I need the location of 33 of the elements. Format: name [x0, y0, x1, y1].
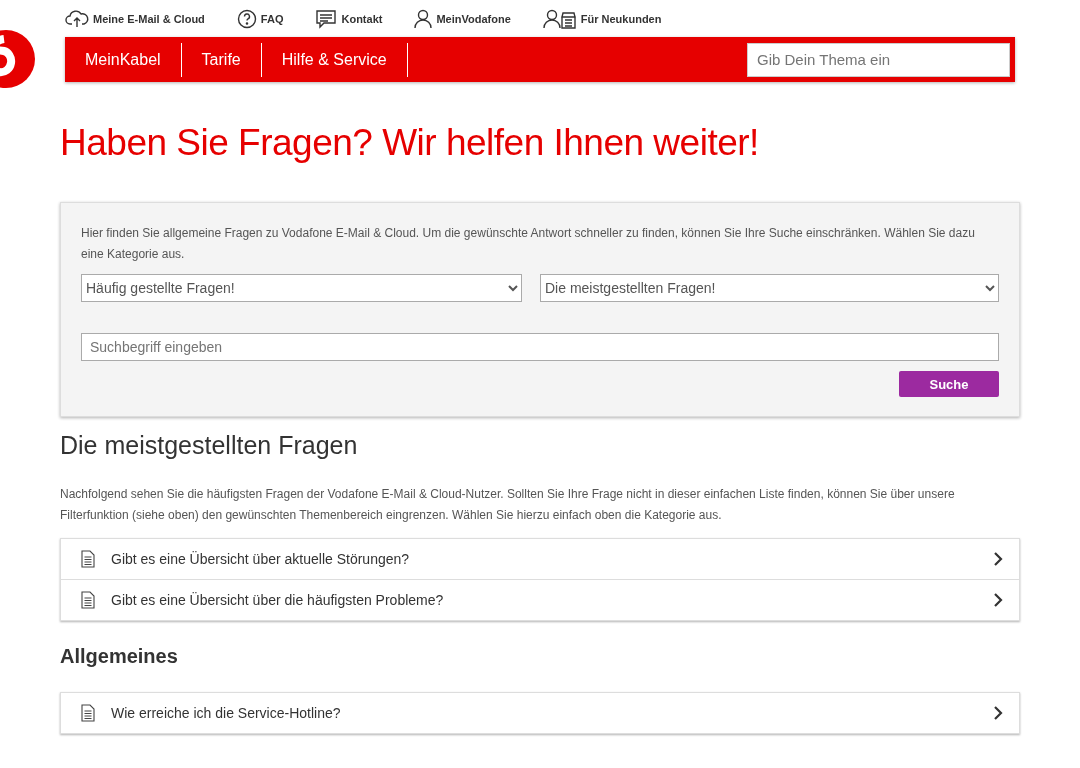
chevron-right-icon [993, 592, 1003, 608]
nav-link[interactable]: Tarife [181, 42, 262, 77]
search-field[interactable]: Suchbegriff eingeben [81, 333, 999, 361]
section-heading: Die meistgestellten Fragen [60, 431, 359, 460]
person-icon [414, 8, 433, 29]
person-shop-icon [542, 8, 577, 29]
question-link[interactable]: Wie erreiche ich die Service-Hotline? [61, 693, 1019, 733]
top-link[interactable]: Kontakt [315, 8, 383, 29]
top-link[interactable]: Für Neukunden [542, 8, 662, 29]
description-text: Nachfolgend sehen Sie die häufigsten Fragen der Vodafone E-Mail & Cloud-Nutzer. Sollten Sie Ihre Frage nicht in dieser einfachen Liste finden, können Sie über unsere Filterfunktion (siehe oben) den gewünschten Themenbereich eingrenzen. Wählen Sie hierzu einfach oben die Kategorie aus. [60, 486, 956, 524]
search-field[interactable]: Gib Dein Thema ein [747, 42, 1010, 77]
chevron-right-icon [993, 705, 1003, 721]
category-dropdown[interactable]: Häufig gestellte Fragen! [81, 274, 522, 302]
cloud-upload-icon [65, 8, 89, 29]
document-icon [81, 591, 95, 609]
document-icon [81, 550, 95, 568]
page-title: Haben Sie Fragen? Wir helfen Ihnen weiter! [60, 122, 760, 164]
document-icon [81, 704, 95, 722]
top-link[interactable]: FAQ [236, 8, 284, 29]
help-icon [236, 8, 257, 29]
question-link[interactable]: Gibt es eine Übersicht über aktuelle Störungen? [61, 539, 1019, 579]
question-link[interactable]: Gibt es eine Übersicht über die häufigsten Probleme? [61, 579, 1019, 620]
chat-bubble-icon [315, 8, 338, 29]
logo-icon[interactable] [0, 29, 36, 89]
top-link[interactable]: MeinVodafone [414, 8, 511, 29]
nav-link[interactable]: Hilfe & Service [261, 42, 408, 77]
section-heading: Allgemeines [60, 645, 179, 668]
nav-link[interactable]: MeinKabel [65, 42, 182, 77]
chevron-right-icon [993, 551, 1003, 567]
search-button[interactable]: Suche [899, 371, 999, 397]
top-link[interactable]: Meine E-Mail & Cloud [65, 8, 205, 29]
intro-text: Hier finden Sie allgemeine Fragen zu Vodafone E-Mail & Cloud. Um die gewünschte Antwort schneller zu finden, können Sie Ihre Suche einschränken. Wählen Sie dazu eine Kategorie aus. [81, 225, 976, 263]
category-dropdown[interactable]: Die meistgestellten Fragen! [540, 274, 999, 302]
